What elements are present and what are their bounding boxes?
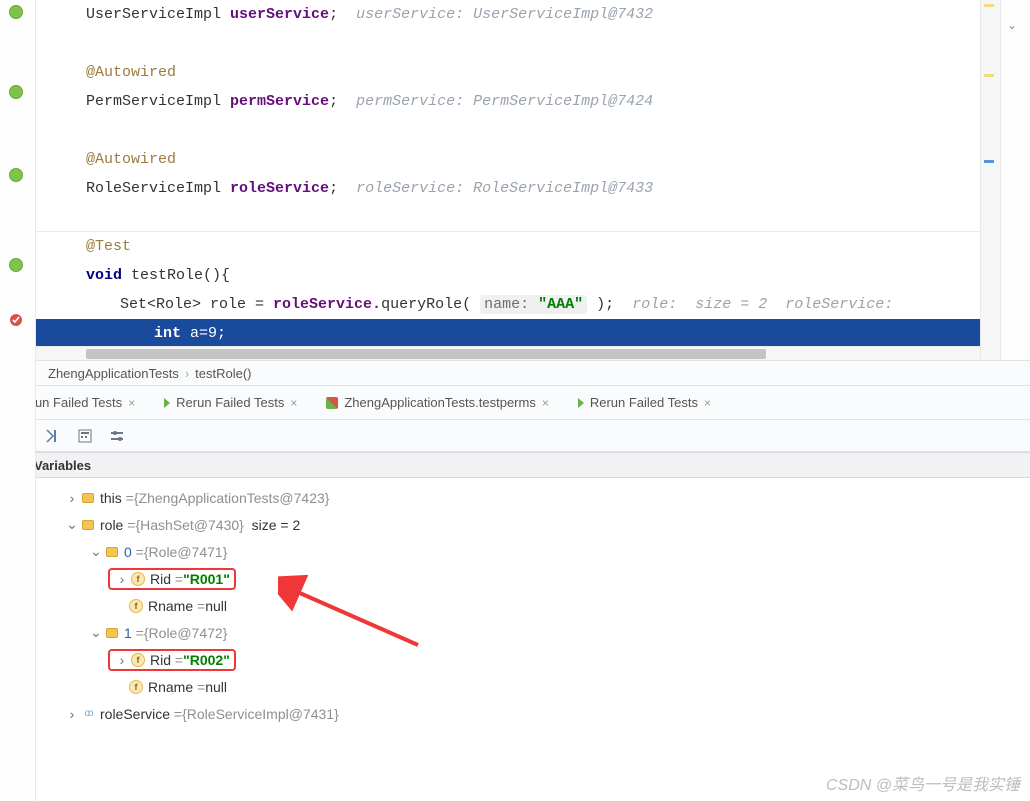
close-icon[interactable]: ×: [542, 396, 549, 410]
expand-toggle[interactable]: ›: [114, 652, 130, 668]
chevron-down-icon[interactable]: ⌄: [1007, 18, 1017, 32]
debug-tab[interactable]: Rerun Failed Tests×: [564, 386, 726, 420]
close-icon[interactable]: ×: [128, 396, 135, 410]
code-line: PermServiceImpl permService; permService…: [36, 87, 980, 116]
code-editor[interactable]: UserServiceImpl userService; userService…: [36, 0, 980, 360]
test-icon: [326, 397, 338, 409]
marker-stripe[interactable]: [980, 0, 1000, 360]
variables-title: Variables: [34, 458, 91, 473]
gutter-run-icon[interactable]: [6, 165, 26, 185]
gutter-run-icon[interactable]: [6, 82, 26, 102]
variables-panel[interactable]: ＋ － ▲ ▼ ⧉ 👓 › this = {ZhengApplicationTe…: [36, 478, 1030, 801]
debug-tab[interactable]: Rerun Failed Tests×: [150, 386, 312, 420]
scrollbar-thumb[interactable]: [86, 349, 766, 359]
breadcrumb: ZhengApplicationTests › testRole(): [36, 360, 1030, 386]
code-line: @Autowired: [36, 145, 980, 174]
chevron-right-icon: ›: [185, 366, 189, 381]
field-icon: f: [131, 653, 145, 667]
code-line: Set<Role> role = roleService.queryRole( …: [36, 290, 980, 319]
gutter-run-icon[interactable]: [6, 2, 26, 22]
variable-row[interactable]: › f Rname = null: [46, 673, 1030, 700]
editor-right-gutter: ⌄: [1000, 0, 1030, 360]
settings-icon[interactable]: [108, 427, 126, 445]
variable-row[interactable]: ⌄ 1 = {Role@7472}: [46, 619, 1030, 646]
object-icon: [82, 493, 94, 503]
debug-toolbar: [36, 420, 1030, 452]
debug-tab[interactable]: ZhengApplicationTests.testperms×: [312, 386, 564, 420]
calculator-icon[interactable]: [76, 427, 94, 445]
field-icon: f: [131, 572, 145, 586]
collapse-toggle[interactable]: ⌄: [88, 624, 104, 641]
code-line: @Test: [36, 232, 980, 261]
field-icon: f: [129, 599, 143, 613]
code-line: [36, 203, 980, 232]
code-line: void testRole(){: [36, 261, 980, 290]
code-line: UserServiceImpl userService; userService…: [36, 0, 980, 29]
close-icon[interactable]: ×: [704, 396, 711, 410]
current-execution-line: int a=9;: [36, 319, 980, 348]
breadcrumb-item[interactable]: testRole(): [195, 366, 251, 381]
run-icon: [164, 398, 170, 408]
variable-row[interactable]: › f Rid = "R001": [46, 565, 1030, 592]
code-line: RoleServiceImpl roleService; roleService…: [36, 174, 980, 203]
code-line: [36, 116, 980, 145]
variable-row[interactable]: › this = {ZhengApplicationTests@7423}: [46, 484, 1030, 511]
code-line: [36, 29, 980, 58]
run-icon: [578, 398, 584, 408]
expand-toggle[interactable]: ›: [114, 571, 130, 587]
code-line: @Autowired: [36, 58, 980, 87]
close-icon[interactable]: ×: [290, 396, 297, 410]
variable-row[interactable]: › f Rname = null: [46, 592, 1030, 619]
variables-panel-header: Variables: [0, 452, 1030, 478]
expand-toggle[interactable]: ›: [64, 706, 80, 722]
object-icon: [82, 520, 94, 530]
step-to-cursor-icon[interactable]: [44, 427, 62, 445]
object-icon: [106, 547, 118, 557]
collapse-toggle[interactable]: ⌄: [64, 516, 80, 533]
expand-toggle[interactable]: ›: [64, 490, 80, 506]
breakpoint-icon[interactable]: [6, 310, 26, 330]
variable-row[interactable]: › oo roleService = {RoleServiceImpl@7431…: [46, 700, 1030, 727]
breadcrumb-item[interactable]: ZhengApplicationTests: [48, 366, 179, 381]
variables-tree: ＋ － ▲ ▼ ⧉ 👓 › this = {ZhengApplicationTe…: [36, 478, 1030, 733]
watermark: CSDN @菜鸟一号是我实锤: [826, 771, 1020, 795]
link-icon: oo: [84, 708, 91, 719]
variable-row[interactable]: › f Rid = "R002": [46, 646, 1030, 673]
collapse-toggle[interactable]: ⌄: [88, 543, 104, 560]
debug-session-tabs: Rerun Failed Tests× Rerun Failed Tests× …: [0, 386, 1030, 420]
gutter-run-icon[interactable]: [6, 255, 26, 275]
horizontal-scrollbar[interactable]: [36, 346, 980, 360]
variable-row[interactable]: ⌄ 0 = {Role@7471}: [46, 538, 1030, 565]
field-icon: f: [129, 680, 143, 694]
execution-pointer: [37, 319, 43, 348]
editor-gutter: [0, 0, 36, 801]
variable-row[interactable]: ⌄ role = {HashSet@7430} size = 2: [46, 511, 1030, 538]
object-icon: [106, 628, 118, 638]
